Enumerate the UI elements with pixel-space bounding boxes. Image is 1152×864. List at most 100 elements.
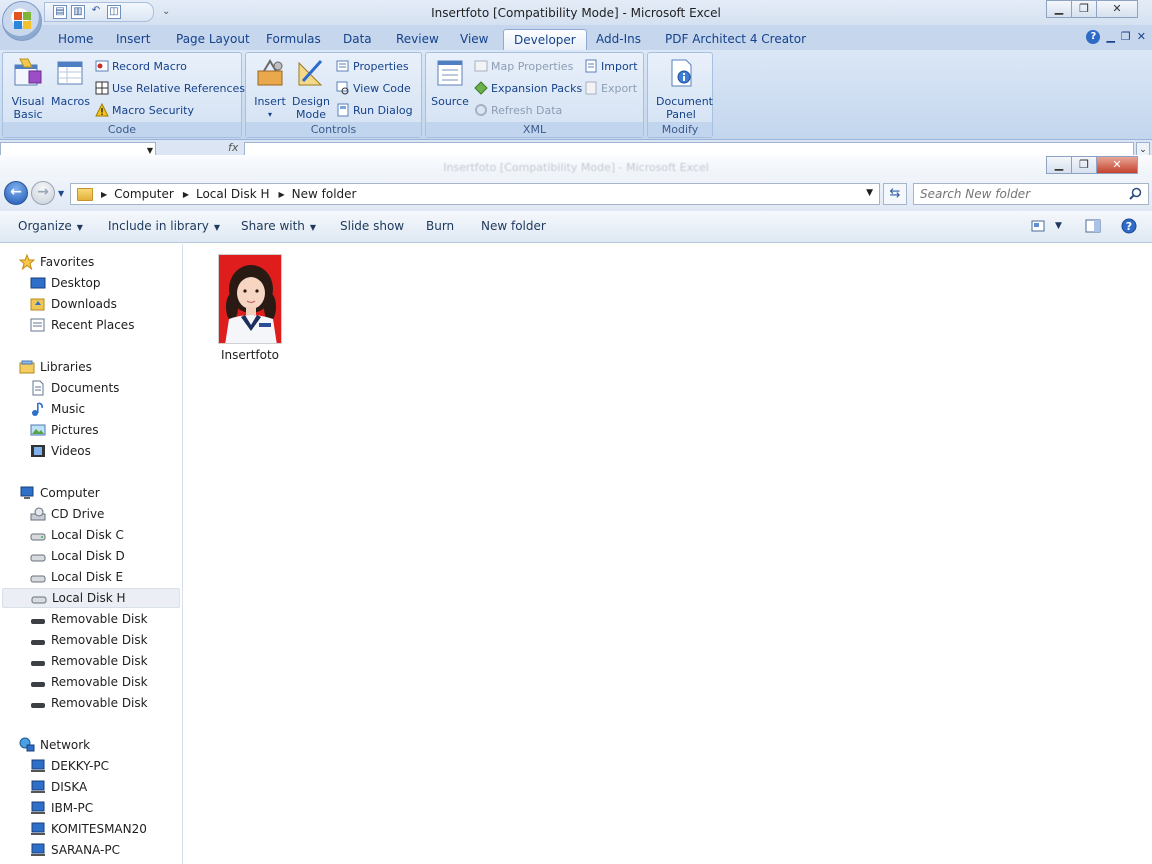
chevron-right-icon[interactable]: ▶ bbox=[101, 190, 107, 199]
close-button[interactable]: ✕ bbox=[1096, 0, 1138, 18]
restore-button[interactable]: ❐ bbox=[1071, 0, 1097, 18]
tab-page-layout[interactable]: Page Layout bbox=[170, 29, 256, 50]
nav-item-removable-disk[interactable]: Removable Disk bbox=[2, 630, 180, 650]
address-bar[interactable]: ▶ Computer ▶ Local Disk H ▶ New folder ▼ bbox=[70, 183, 880, 205]
breadcrumb-computer[interactable]: Computer bbox=[114, 187, 174, 201]
nav-item-recent-places[interactable]: Recent Places bbox=[2, 315, 180, 335]
group-xml: Source Map Properties Expansion Packs Re… bbox=[425, 52, 644, 138]
nav-item-removable-disk[interactable]: Removable Disk bbox=[2, 693, 180, 713]
run-dialog-button[interactable]: Run Dialog bbox=[336, 101, 413, 119]
search-box[interactable] bbox=[913, 183, 1149, 205]
back-button[interactable]: ← bbox=[4, 181, 28, 205]
ribbon-restore-icon[interactable]: ❐ bbox=[1121, 30, 1131, 44]
insert-control-button[interactable]: Insert ▾ bbox=[252, 57, 288, 121]
view-options-dropdown-icon[interactable]: ▼ bbox=[1055, 221, 1062, 231]
explorer-maximize-button[interactable]: ❐ bbox=[1071, 156, 1097, 174]
nav-item-local-disk-e[interactable]: Local Disk E bbox=[2, 567, 180, 587]
explorer-minimize-button[interactable]: ▁ bbox=[1046, 156, 1072, 174]
nav-libraries[interactable]: Libraries bbox=[2, 357, 180, 377]
chevron-right-icon[interactable]: ▶ bbox=[279, 190, 285, 199]
chevron-right-icon[interactable]: ▶ bbox=[183, 190, 189, 199]
minimize-button[interactable]: ▁ bbox=[1046, 0, 1072, 18]
nav-item-removable-disk[interactable]: Removable Disk bbox=[2, 609, 180, 629]
nav-item-removable-disk[interactable]: Removable Disk bbox=[2, 651, 180, 671]
fx-icon[interactable]: fx bbox=[228, 141, 238, 154]
share-with-button[interactable]: Share with ▼ bbox=[241, 219, 316, 233]
burn-button[interactable]: Burn bbox=[426, 219, 454, 233]
nav-item-local-disk-d[interactable]: Local Disk D bbox=[2, 546, 180, 566]
visual-basic-button[interactable]: Visual Basic bbox=[9, 57, 47, 121]
macro-security-button[interactable]: Macro Security bbox=[95, 101, 194, 119]
properties-button[interactable]: Properties bbox=[336, 57, 409, 75]
change-view-icon[interactable] bbox=[1031, 219, 1047, 233]
design-mode-button[interactable]: Design Mode bbox=[291, 57, 331, 121]
tab-insert[interactable]: Insert bbox=[110, 29, 156, 50]
nav-item-removable-disk[interactable]: Removable Disk bbox=[2, 672, 180, 692]
forward-button[interactable]: → bbox=[31, 181, 55, 205]
breadcrumb-local-disk-h[interactable]: Local Disk H bbox=[196, 187, 270, 201]
tab-developer[interactable]: Developer bbox=[503, 29, 587, 50]
nav-item-pictures[interactable]: Pictures bbox=[2, 420, 180, 440]
help-icon[interactable]: ? bbox=[1121, 218, 1137, 234]
navigation-pane: Favorites Desktop Downloads Recent Place… bbox=[0, 244, 183, 864]
expansion-packs-button[interactable]: Expansion Packs bbox=[474, 79, 582, 97]
file-name: Insertfoto bbox=[220, 348, 280, 362]
tab-add-ins[interactable]: Add-Ins bbox=[590, 29, 647, 50]
refresh-button[interactable]: ⇆ bbox=[883, 183, 907, 205]
search-icon[interactable] bbox=[1129, 187, 1142, 200]
macros-button[interactable]: Macros bbox=[51, 57, 90, 108]
tab-pdf-architect[interactable]: PDF Architect 4 Creator bbox=[659, 29, 812, 50]
ribbon-minimize-icon[interactable]: ▁ bbox=[1106, 30, 1114, 44]
nav-item-sarana-pc[interactable]: SARANA-PC bbox=[2, 840, 180, 860]
new-folder-button[interactable]: New folder bbox=[481, 219, 546, 233]
tab-home[interactable]: Home bbox=[52, 29, 99, 50]
nav-item-ibm-pc[interactable]: IBM-PC bbox=[2, 798, 180, 818]
group-code: Visual Basic Macros Record Macro Use Rel… bbox=[2, 52, 245, 138]
nav-item-downloads[interactable]: Downloads bbox=[2, 294, 180, 314]
network-computer-icon bbox=[31, 801, 45, 814]
group-modify: Document Panel Modify bbox=[647, 52, 713, 138]
tab-data[interactable]: Data bbox=[337, 29, 378, 50]
slide-show-button[interactable]: Slide show bbox=[340, 219, 404, 233]
record-macro-button[interactable]: Record Macro bbox=[95, 57, 187, 75]
preview-pane-icon[interactable] bbox=[1085, 219, 1101, 233]
nav-item-local-disk-h[interactable]: Local Disk H bbox=[2, 588, 180, 608]
expand-formula-bar-icon[interactable]: ⌄ bbox=[1136, 142, 1150, 156]
nav-item-cd-drive[interactable]: CD Drive bbox=[2, 504, 180, 524]
office-button[interactable] bbox=[2, 1, 42, 41]
map-properties-icon bbox=[474, 60, 488, 72]
document-panel-button[interactable]: Document Panel bbox=[650, 57, 713, 121]
export-button[interactable]: Export bbox=[584, 79, 637, 97]
map-properties-button[interactable]: Map Properties bbox=[474, 57, 573, 75]
source-button[interactable]: Source bbox=[430, 57, 470, 108]
include-in-library-button[interactable]: Include in library ▼ bbox=[108, 219, 220, 233]
nav-item-komitesman20[interactable]: KOMITESMAN20 bbox=[2, 819, 180, 839]
nav-item-videos[interactable]: Videos bbox=[2, 441, 180, 461]
file-item[interactable]: Insertfoto bbox=[210, 254, 290, 362]
help-icon[interactable]: ? bbox=[1086, 30, 1101, 44]
tab-formulas[interactable]: Formulas bbox=[260, 29, 327, 50]
nav-item-documents[interactable]: Documents bbox=[2, 378, 180, 398]
nav-item-desktop[interactable]: Desktop bbox=[2, 273, 180, 293]
organize-button[interactable]: Organize ▼ bbox=[18, 219, 83, 233]
nav-item-music[interactable]: Music bbox=[2, 399, 180, 419]
explorer-close-button[interactable]: ✕ bbox=[1096, 156, 1138, 174]
nav-favorites[interactable]: Favorites bbox=[2, 252, 180, 272]
ribbon-close-icon[interactable]: ✕ bbox=[1137, 30, 1146, 44]
nav-item-diska[interactable]: DISKA bbox=[2, 777, 180, 797]
recent-pages-dropdown-icon[interactable]: ▼ bbox=[58, 189, 64, 198]
nav-network[interactable]: Network bbox=[2, 735, 180, 755]
nav-computer[interactable]: Computer bbox=[2, 483, 180, 503]
tab-view[interactable]: View bbox=[454, 29, 494, 50]
view-code-button[interactable]: View Code bbox=[336, 79, 411, 97]
tab-review[interactable]: Review bbox=[390, 29, 445, 50]
name-box-dropdown-icon[interactable]: ▼ bbox=[147, 146, 153, 155]
use-relative-references-button[interactable]: Use Relative References bbox=[95, 79, 245, 97]
breadcrumb-new-folder[interactable]: New folder bbox=[292, 187, 357, 201]
import-button[interactable]: Import bbox=[584, 57, 638, 75]
nav-item-dekky-pc[interactable]: DEKKY-PC bbox=[2, 756, 180, 776]
search-input[interactable] bbox=[920, 187, 1120, 201]
nav-item-local-disk-c[interactable]: Local Disk C bbox=[2, 525, 180, 545]
refresh-data-button[interactable]: Refresh Data bbox=[474, 101, 562, 119]
address-dropdown-icon[interactable]: ▼ bbox=[866, 188, 873, 198]
